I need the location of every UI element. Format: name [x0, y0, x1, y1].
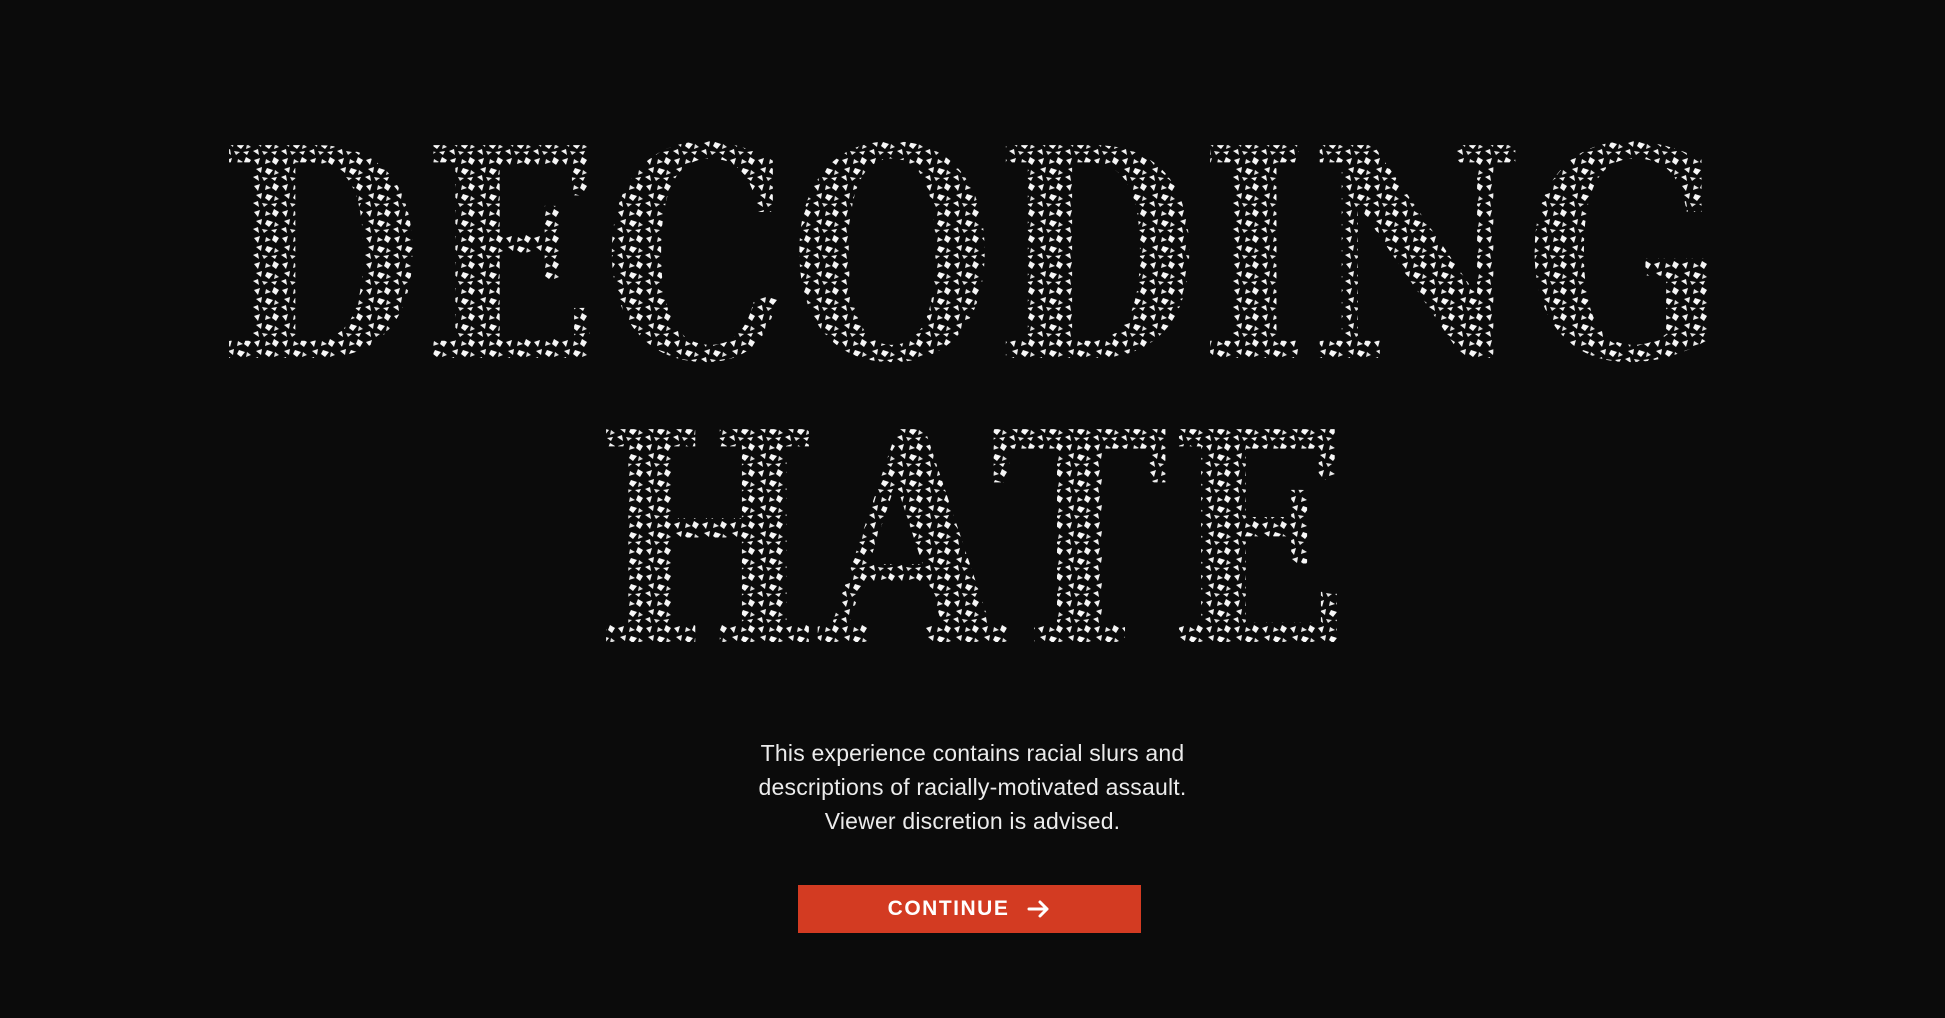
- continue-button[interactable]: CONTINUE: [798, 885, 1141, 933]
- warning-line-3: Viewer discretion is advised.: [824, 808, 1121, 834]
- splash-page: DECODING HATE This experience contains r…: [0, 0, 1945, 1018]
- continue-button-label: CONTINUE: [887, 897, 1010, 920]
- arrow-right-icon: [1027, 900, 1049, 918]
- content-warning: This experience contains racial slurs an…: [0, 736, 1945, 838]
- warning-line-1: This experience contains racial slurs an…: [760, 740, 1185, 766]
- title-graphic: DECODING HATE: [218, 84, 1726, 700]
- title-line-hate: HATE: [595, 368, 1349, 700]
- warning-line-2: descriptions of racially-motivated assau…: [758, 774, 1187, 800]
